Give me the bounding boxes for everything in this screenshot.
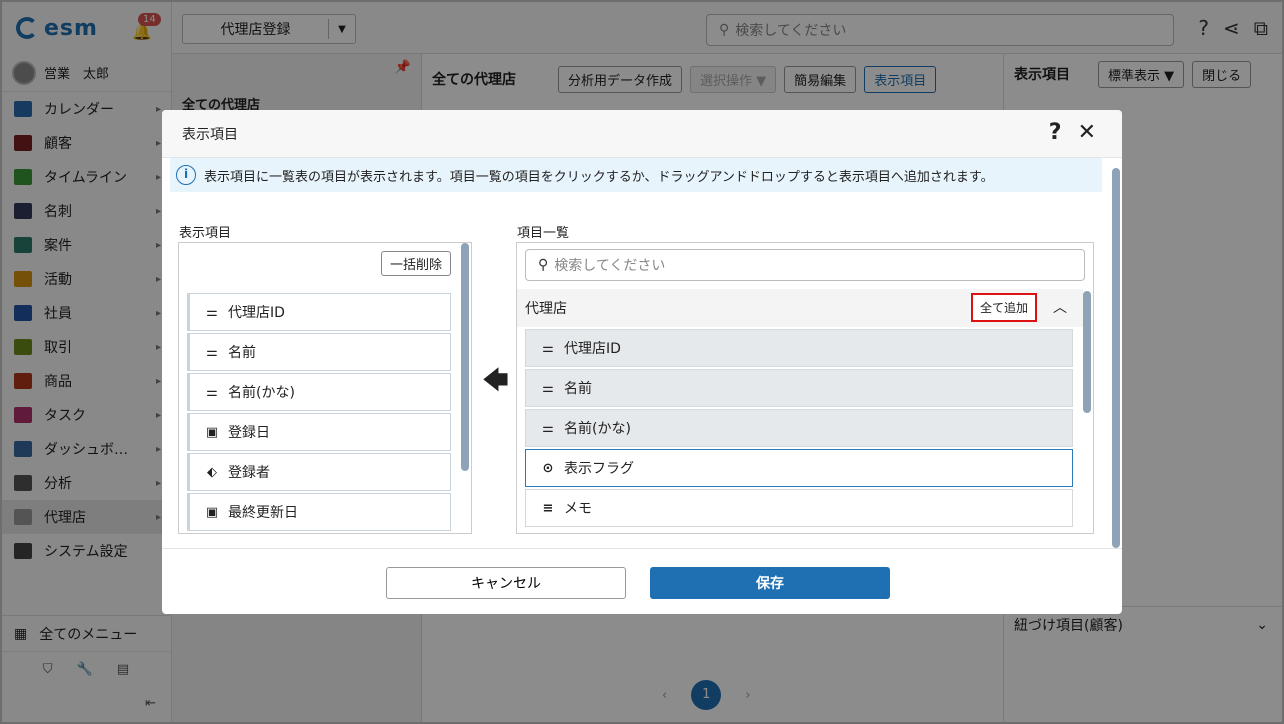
text-icon: ⚌ bbox=[542, 420, 554, 436]
selected-field-item[interactable]: ⚌ 名前(かな) bbox=[187, 373, 451, 411]
available-items-search-input[interactable]: ⚲ 検索してください bbox=[525, 249, 1085, 281]
group-header[interactable]: 代理店 全て追加 ︿ bbox=[517, 289, 1083, 327]
selected-field-item[interactable]: ▣ 登録日 bbox=[187, 413, 451, 451]
text-icon: ⚌ bbox=[542, 340, 554, 356]
selected-field-label: 登録日 bbox=[228, 425, 270, 441]
bulk-delete-button[interactable]: 一括削除 bbox=[380, 251, 451, 276]
selected-field-label: 名前 bbox=[228, 345, 256, 361]
text-icon: ⚌ bbox=[206, 304, 218, 320]
text-icon: ⚌ bbox=[206, 384, 218, 400]
available-items-label: 項目一覧 bbox=[517, 226, 570, 241]
dialog-footer: キャンセル 保存 bbox=[162, 548, 1122, 614]
dropdown-icon: ⊙ bbox=[542, 460, 554, 476]
selected-field-item[interactable]: ▣ 最終更新日 bbox=[187, 493, 451, 531]
save-button[interactable]: 保存 bbox=[650, 567, 890, 599]
available-field-item[interactable]: ⊙ 表示フラグ bbox=[525, 449, 1073, 487]
add-all-button[interactable]: 全て追加 bbox=[971, 293, 1038, 322]
memo-icon: ≡ bbox=[542, 500, 554, 516]
available-field-label: 名前(かな) bbox=[564, 421, 631, 437]
available-field-item[interactable]: ⚌ 名前 bbox=[525, 369, 1073, 407]
display-items-dialog: 表示項目 ? ✕ i 表示項目に一覧表の項目が表示されます。項目一覧の項目をクリ… bbox=[162, 110, 1122, 614]
dialog-title: 表示項目 bbox=[182, 126, 238, 143]
tag-icon: ⬖ bbox=[207, 464, 217, 480]
selected-field-label: 登録者 bbox=[228, 465, 270, 481]
calendar-icon: ▣ bbox=[205, 504, 219, 520]
available-field-item[interactable]: ⚌ 名前(かな) bbox=[525, 409, 1073, 447]
selected-items-label: 表示項目 bbox=[179, 226, 232, 241]
selected-field-label: 名前(かな) bbox=[228, 385, 295, 401]
available-items-search-placeholder: 検索してください bbox=[554, 258, 666, 274]
selected-items-list: 一括削除 ⚌ 代理店ID ⚌ 名前 ⚌ 名前(かな) ▣ 登録日 ⬖ 登録者 ▣ 最終更新日 bbox=[178, 242, 472, 534]
available-field-label: 名前 bbox=[564, 381, 592, 397]
selected-field-item[interactable]: ⚌ 代理店ID bbox=[187, 293, 451, 331]
chevron-up-icon[interactable]: ︿ bbox=[1053, 297, 1067, 317]
available-field-label: 表示フラグ bbox=[564, 461, 634, 477]
help-icon[interactable]: ? bbox=[1049, 120, 1062, 145]
available-field-item[interactable]: ≡ メモ bbox=[525, 489, 1073, 527]
text-icon: ⚌ bbox=[206, 344, 218, 360]
selected-field-item[interactable]: ⬖ 登録者 bbox=[187, 453, 451, 491]
text-icon: ⚌ bbox=[542, 380, 554, 396]
selected-items-scrollbar[interactable] bbox=[461, 243, 469, 471]
cancel-button[interactable]: キャンセル bbox=[386, 567, 626, 599]
info-banner: i 表示項目に一覧表の項目が表示されます。項目一覧の項目をクリックするか、ドラッ… bbox=[170, 158, 1102, 192]
calendar-icon: ▣ bbox=[205, 424, 219, 440]
arrow-left-icon: 🡄 bbox=[482, 366, 509, 396]
group-name: 代理店 bbox=[525, 301, 567, 317]
available-field-label: 代理店ID bbox=[564, 341, 621, 357]
dialog-header-icons: ? ✕ bbox=[1049, 120, 1096, 145]
selected-field-label: 最終更新日 bbox=[228, 505, 298, 521]
close-icon[interactable]: ✕ bbox=[1078, 120, 1096, 145]
selected-field-label: 代理店ID bbox=[228, 305, 285, 321]
available-items-scrollbar[interactable] bbox=[1083, 291, 1091, 413]
dialog-header: 表示項目 ? ✕ bbox=[162, 110, 1122, 158]
search-icon: ⚲ bbox=[538, 257, 549, 273]
dialog-scrollbar[interactable] bbox=[1112, 168, 1120, 548]
available-field-label: メモ bbox=[564, 501, 592, 517]
info-icon: i bbox=[176, 165, 196, 185]
available-items-list: ⚲ 検索してください 代理店 全て追加 ︿ ⚌ 代理店ID ⚌ 名前 ⚌ 名前(かな) ⊙ 表… bbox=[516, 242, 1094, 534]
available-field-item[interactable]: ⚌ 代理店ID bbox=[525, 329, 1073, 367]
info-text: 表示項目に一覧表の項目が表示されます。項目一覧の項目をクリックするか、ドラッグア… bbox=[204, 169, 994, 185]
selected-field-item[interactable]: ⚌ 名前 bbox=[187, 333, 451, 371]
